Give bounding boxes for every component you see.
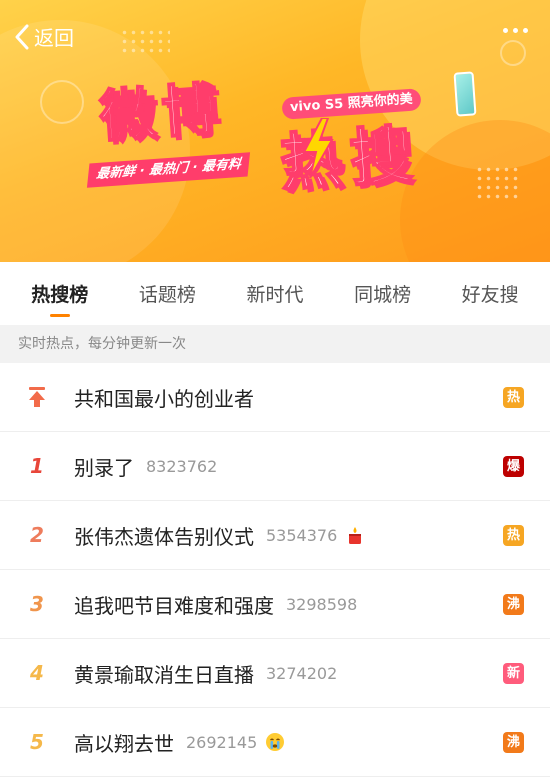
more-dots-icon [523,28,528,33]
item-rank: 5 [30,730,44,754]
item-title: 别录了 [74,455,134,480]
list-item[interactable]: 3 追我吧节目难度和强度 3298598 沸 [0,570,550,639]
item-count: 3274202 [266,663,338,683]
tab-bar: 热搜榜 话题榜 新时代 同城榜 好友搜 [0,262,550,325]
item-title: 高以翔去世 [74,731,174,756]
item-count: 2692145 [186,732,258,752]
pin-top-icon [0,386,74,408]
hot-search-list: 共和国最小的创业者 热 1 别录了 8323762 爆 2 张伟杰遗体告别仪式 … [0,363,550,777]
item-count: 8323762 [146,456,218,476]
item-rank: 4 [30,661,44,685]
item-rank: 1 [30,454,44,478]
banner-decoration [500,40,526,66]
list-item[interactable]: 4 黄景瑜取消生日直播 3274202 新 [0,639,550,708]
banner-decoration [475,165,521,201]
item-title: 追我吧节目难度和强度 [74,593,274,618]
explosive-badge: 爆 [503,456,524,477]
boiling-badge: 沸 [503,732,524,753]
candle-emoji-icon [345,525,365,545]
more-button[interactable] [503,28,528,33]
item-title: 张伟杰遗体告别仪式 [74,524,254,549]
hot-badge: 热 [503,387,524,408]
new-badge: 新 [503,663,524,684]
phone-icon [453,71,477,117]
banner-decoration [120,28,170,56]
list-item[interactable]: 1 别录了 8323762 爆 [0,432,550,501]
banner-decoration [40,80,84,124]
list-item[interactable]: 5 高以翔去世 2692145 沸 [0,708,550,777]
chevron-left-icon [15,24,29,49]
crying-emoji-icon [265,732,285,752]
lightning-icon [302,118,334,178]
item-rank: 3 [30,592,44,616]
item-count: 5354376 [266,525,338,545]
hot-badge: 热 [503,525,524,546]
item-rank: 2 [30,523,44,547]
item-title: 共和国最小的创业者 [74,386,254,411]
more-dots-icon [513,28,518,33]
tab-hot-search[interactable]: 热搜榜 [27,274,92,317]
back-button[interactable]: 返回 [14,22,74,51]
more-dots-icon [503,28,508,33]
back-label: 返回 [34,26,74,50]
tab-new-era[interactable]: 新时代 [242,274,307,313]
realtime-notice: 实时热点，每分钟更新一次 [0,325,550,363]
boiling-badge: 沸 [503,594,524,615]
hot-search-banner: 返回 微博 vivo S5 照亮你的美 热搜 最新鲜 · 最热门 · 最有料 [0,0,550,262]
tab-local[interactable]: 同城榜 [350,274,415,313]
list-item[interactable]: 共和国最小的创业者 热 [0,363,550,432]
item-count: 3298598 [286,594,358,614]
banner-logo-weibo: 微博 [97,76,227,151]
list-item[interactable]: 2 张伟杰遗体告别仪式 5354376 热 [0,501,550,570]
tab-friends-search[interactable]: 好友搜 [458,274,523,313]
item-title: 黄景瑜取消生日直播 [74,662,254,687]
tab-topics[interactable]: 话题榜 [135,274,200,313]
